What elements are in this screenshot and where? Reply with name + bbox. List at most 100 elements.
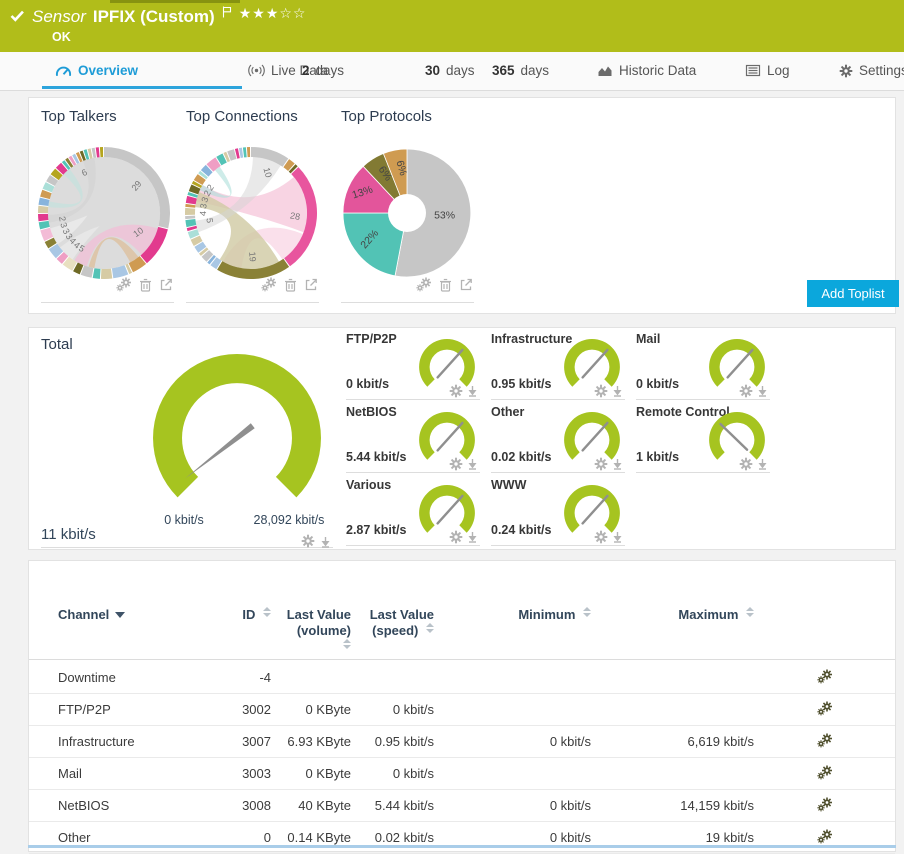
sensor-type-label: Sensor	[32, 7, 86, 26]
pin-icon[interactable]	[612, 384, 623, 403]
tab-days[interactable]: 30 days	[425, 52, 475, 89]
channel-settings-gear-icon[interactable]	[817, 733, 833, 753]
gear-icon	[839, 64, 853, 78]
gear-icon[interactable]	[449, 457, 463, 476]
sort-icon[interactable]	[746, 607, 754, 617]
log-icon	[745, 64, 761, 77]
cell: 0 KByte	[305, 702, 351, 717]
column-header-id[interactable]: ID	[191, 607, 271, 623]
gear-icon[interactable]	[739, 384, 753, 403]
total-gauge-actions	[301, 534, 331, 553]
cell: 6.93 KByte	[287, 734, 351, 749]
channel-gauge-cell-mail: Mail 0 kbit/s	[636, 331, 770, 400]
channel-settings-gear-icon[interactable]	[817, 797, 833, 817]
priority-stars[interactable]: ★★★☆☆	[239, 6, 307, 22]
gauges-panel: Total 0 kbit/s 28,092 kbit/s 11 kbit/s F…	[28, 327, 896, 550]
table-row-netbios[interactable]: NetBIOS 3008 40 KByte 5.44 kbit/s 0 kbit/s 14…	[29, 790, 895, 822]
table-rows: Downtime -4 FTP/P2P 3002 0 KByte 0 kbit/s Infr…	[29, 662, 895, 854]
pin-icon[interactable]	[467, 457, 478, 476]
total-gauge-cell: Total 0 kbit/s 28,092 kbit/s 11 kbit/s	[41, 336, 333, 548]
cell: 3008	[242, 798, 271, 813]
pin-icon[interactable]	[467, 384, 478, 403]
gear-icon[interactable]	[449, 384, 463, 403]
column-header-last-value-speed-[interactable]: Last Value (speed)	[354, 607, 434, 639]
add-toplist-button[interactable]: Add Toplist	[807, 280, 899, 307]
column-header-last-value-volume-[interactable]: Last Value (volume)	[271, 607, 351, 655]
channel-gauge-title: Various	[346, 478, 392, 492]
svg-text:19: 19	[247, 251, 258, 262]
pin-icon[interactable]	[757, 457, 768, 476]
cell: 3002	[242, 702, 271, 717]
historic-icon	[597, 64, 613, 77]
gear-icon[interactable]	[449, 530, 463, 549]
cell: -4	[259, 670, 271, 685]
flag-icon[interactable]	[222, 3, 232, 23]
gauge-icon	[55, 64, 72, 77]
channel-gauge-value: 0.02 kbit/s	[491, 450, 552, 464]
column-header-minimum[interactable]: Minimum	[451, 607, 591, 623]
channel-gauge-actions	[449, 457, 478, 476]
channel-gauge-title: FTP/P2P	[346, 332, 397, 346]
pin-icon[interactable]	[757, 384, 768, 403]
sort-icon[interactable]	[583, 607, 591, 617]
cell	[451, 758, 591, 789]
pin-icon[interactable]	[320, 535, 331, 553]
cell: 0 kbit/s	[392, 766, 434, 781]
cell: 6,619 kbit/s	[687, 734, 755, 749]
channel-gauge-value: 0 kbit/s	[636, 377, 680, 391]
pin-icon[interactable]	[612, 457, 623, 476]
total-gauge-chart	[153, 354, 321, 498]
cell	[354, 662, 434, 693]
table-row-downtime[interactable]: Downtime -4	[29, 662, 895, 694]
gauge-max-label: 28,092 kbit/s	[253, 513, 325, 527]
channel-table-panel: Channel ID Last Value (volume) Last Value (s…	[28, 560, 896, 854]
channel-settings-gear-icon[interactable]	[817, 669, 833, 689]
tab-log[interactable]: Log	[745, 52, 790, 89]
tab-days[interactable]: 365 days	[492, 52, 549, 89]
caret-down-icon	[115, 612, 126, 618]
top-decorative-strip	[110, 0, 240, 3]
protocols-chart: 53%22%13%6% 6%	[342, 148, 472, 278]
sensor-title-line: Sensor IPFIX (Custom) ★★★☆☆	[10, 6, 307, 27]
channel-settings-gear-icon[interactable]	[817, 765, 833, 785]
table-row-other[interactable]: Other 0 0.14 KByte 0.02 kbit/s 0 kbit/s 19 kb…	[29, 822, 895, 854]
cell: 19 kbit/s	[705, 830, 754, 845]
gear-icon[interactable]	[594, 457, 608, 476]
channel-gauge-actions	[449, 530, 478, 549]
toplists-panel: Add Toplist Top Talkers 29 10 6 2 3 3 3 4 4 5 Top…	[28, 97, 899, 314]
gear-icon[interactable]	[594, 530, 608, 549]
toplist-title: Top Talkers	[41, 108, 117, 125]
table-row-mail[interactable]: Mail 3003 0 KByte 0 kbit/s	[29, 758, 895, 790]
tab-days[interactable]: 2 days	[302, 52, 344, 89]
table-header-divider	[29, 659, 895, 660]
pin-icon[interactable]	[467, 530, 478, 549]
ok-check-icon	[10, 7, 25, 27]
tab-overview[interactable]: Overview	[55, 52, 138, 89]
tab-historic-data[interactable]: Historic Data	[597, 52, 696, 89]
tab-settings[interactable]: Settings	[839, 52, 904, 89]
channel-gauge-title: Other	[491, 405, 525, 419]
channel-gauge-value: 0.24 kbit/s	[491, 523, 552, 537]
cell	[271, 662, 351, 693]
table-row-infrastructure[interactable]: Infrastructure 3007 6.93 KByte 0.95 kbit/s 0…	[29, 726, 895, 758]
cell	[614, 758, 754, 789]
pin-icon[interactable]	[612, 530, 623, 549]
gear-icon[interactable]	[301, 534, 315, 553]
sort-icon[interactable]	[263, 607, 271, 617]
sensor-name: IPFIX (Custom)	[92, 7, 215, 26]
cell: 0 KByte	[305, 766, 351, 781]
tab-bar: Overview Live Data 2 days 30 days 365 da…	[0, 52, 904, 91]
channel-gauge-cell-remote-control: Remote Control 1 kbit/s	[636, 404, 770, 473]
table-row-ftp-p2p[interactable]: FTP/P2P 3002 0 KByte 0 kbit/s	[29, 694, 895, 726]
cell: 0.95 kbit/s	[374, 734, 434, 749]
column-header-maximum[interactable]: Maximum	[614, 607, 754, 623]
channel-gauge-value: 1 kbit/s	[636, 450, 680, 464]
sort-icon[interactable]	[426, 623, 434, 633]
channel-gauge-actions	[594, 457, 623, 476]
sort-icon[interactable]	[343, 639, 351, 649]
channel-gauge-actions	[594, 384, 623, 403]
gear-icon[interactable]	[739, 457, 753, 476]
gear-icon[interactable]	[594, 384, 608, 403]
channel-settings-gear-icon[interactable]	[817, 701, 833, 721]
channel-gauge-value: 2.87 kbit/s	[346, 523, 407, 537]
